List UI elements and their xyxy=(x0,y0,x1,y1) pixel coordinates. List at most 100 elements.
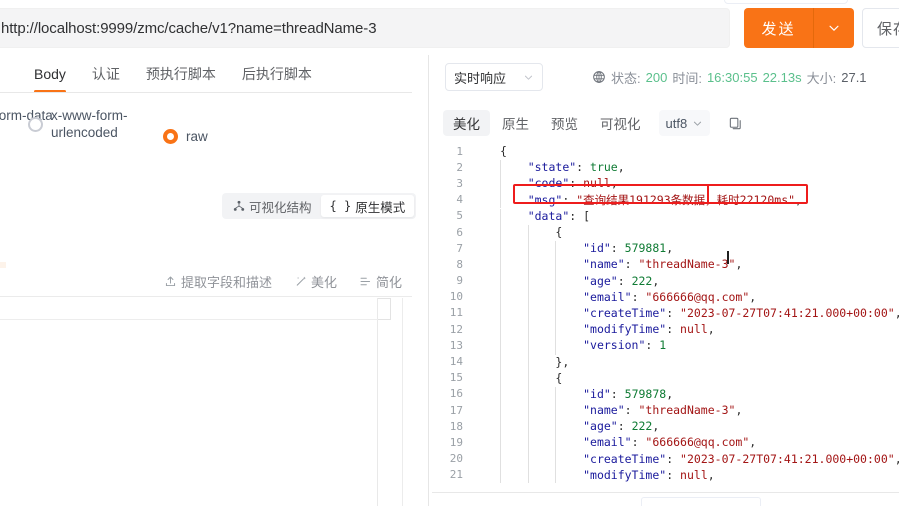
mode-pill-visual-structure[interactable]: 可视化结构 xyxy=(224,195,321,217)
app-root: http://localhost:9999/zmc/cache/v1?name=… xyxy=(0,0,899,506)
response-mode-select[interactable]: 实时响应 xyxy=(445,63,543,91)
code-line: 12 "modifyTime": null, xyxy=(430,321,899,339)
indent-guide xyxy=(527,451,529,468)
response-tab-preview[interactable]: 预览 xyxy=(541,110,588,136)
indent-guide xyxy=(527,257,529,274)
token-punc: : xyxy=(569,176,584,191)
token-key: "name" xyxy=(583,257,625,272)
indent-guide xyxy=(527,354,529,371)
token-punc: , xyxy=(749,435,757,450)
beautify-button[interactable]: 美化 xyxy=(294,272,337,291)
code-line-text: { xyxy=(472,370,562,387)
indent-guide xyxy=(555,241,557,258)
indent-guide xyxy=(500,338,501,355)
indent-guide xyxy=(500,451,501,468)
extract-fields-button[interactable]: 提取字段和描述 xyxy=(164,272,272,291)
radio-label-urlencoded: x-www-form-urlencoded xyxy=(51,108,128,140)
body-editor-area[interactable] xyxy=(0,298,378,506)
radio-dot-urlencoded xyxy=(28,116,43,132)
token-str: "查询结果191293条数据，耗时22120ms" xyxy=(576,192,796,207)
encoding-select[interactable]: utf8 xyxy=(658,110,711,136)
send-button[interactable]: 发送 xyxy=(744,8,813,48)
indent-guide xyxy=(527,241,529,258)
indent-guide xyxy=(527,419,529,436)
line-number: 10 xyxy=(449,290,463,304)
token-str: "666666@qq.com" xyxy=(645,435,750,450)
indent-guide xyxy=(500,305,501,323)
body-editor-toolbar: 提取字段和描述 美化 简化 xyxy=(0,267,412,297)
url-input[interactable]: http://localhost:9999/zmc/cache/v1?name=… xyxy=(0,8,730,48)
indent-guide xyxy=(555,467,557,483)
line-number: 14 xyxy=(449,355,463,369)
panel-divider[interactable] xyxy=(428,55,429,506)
copy-button[interactable] xyxy=(724,112,746,134)
indent-guide xyxy=(500,257,501,274)
indent-guide xyxy=(555,451,557,468)
mode-pill-raw-mode[interactable]: { } 原生模式 xyxy=(320,195,415,217)
token-punc: , xyxy=(666,386,674,401)
line-number: 5 xyxy=(456,209,463,223)
sitemap-icon xyxy=(233,200,245,212)
tab-body[interactable]: Body xyxy=(34,55,66,93)
code-line-text: { xyxy=(472,225,562,242)
response-tab-raw[interactable]: 原生 xyxy=(492,110,539,136)
line-number: 12 xyxy=(449,322,463,336)
code-line-text: "age": 222, xyxy=(472,419,659,436)
indent-guide xyxy=(555,289,557,306)
indent-guide xyxy=(500,160,501,177)
token-punc: , xyxy=(617,160,625,175)
extract-fields-label: 提取字段和描述 xyxy=(180,275,272,290)
indent-guide xyxy=(500,386,501,404)
send-dropdown-caret[interactable] xyxy=(813,8,854,48)
line-number: 15 xyxy=(449,371,463,385)
response-code-viewer[interactable]: 1{2 "state": true, 3 "code": null, 4 "msg"… xyxy=(430,143,899,483)
token-num: 222 xyxy=(631,419,653,434)
line-number: 3 xyxy=(456,176,463,190)
token-punc: : xyxy=(617,273,632,288)
indent-guide xyxy=(500,225,501,242)
indent-guide xyxy=(500,322,501,339)
code-line: 9 "age": 222, xyxy=(430,273,899,290)
token-num: 579881 xyxy=(624,241,667,256)
url-text: http://localhost:9999/zmc/cache/v1?name=… xyxy=(1,19,377,37)
save-button[interactable]: 保存 xyxy=(862,8,899,48)
tab-pre-script[interactable]: 预执行脚本 xyxy=(146,55,216,93)
msg-highlight-divider xyxy=(707,186,709,202)
line-number: 19 xyxy=(449,435,463,449)
response-bottom-tab-stub[interactable] xyxy=(641,497,761,506)
indent-guide xyxy=(555,403,557,420)
indent-guide xyxy=(500,435,501,452)
code-line: 2 "state": true, xyxy=(430,159,899,177)
token-lit: null xyxy=(680,467,708,482)
token-punc: , xyxy=(749,289,757,304)
simplify-button[interactable]: 简化 xyxy=(359,272,402,291)
token-str: "2023-07-27T07:41:21.000+00:00" xyxy=(680,451,895,466)
tab-auth[interactable]: 认证 xyxy=(92,55,120,93)
token-punc: , xyxy=(610,176,618,191)
code-line: 19 "email": "666666@qq.com", xyxy=(430,434,899,452)
code-line: 21 "modifyTime": null, xyxy=(430,467,899,483)
indent-guide xyxy=(500,273,501,290)
line-number: 4 xyxy=(456,193,463,207)
code-line: 3 "code": null, xyxy=(430,175,899,193)
body-editor-scroll-stub[interactable] xyxy=(378,298,391,320)
code-line-text: "age": 222, xyxy=(472,273,659,290)
request-tab-stub[interactable] xyxy=(724,0,848,4)
line-number: 7 xyxy=(456,241,463,255)
token-key: "createTime" xyxy=(583,305,667,320)
response-tab-visualize[interactable]: 可视化 xyxy=(590,110,651,136)
token-punc: : xyxy=(645,338,660,353)
indent-guide xyxy=(555,257,557,274)
tab-query[interactable]: y xyxy=(0,55,8,93)
code-line: 6 { xyxy=(430,224,899,242)
code-line: 11 "createTime": "2023-07-27T07:41:21.00… xyxy=(430,305,899,323)
token-punc: }, xyxy=(555,354,570,369)
indent-guide xyxy=(555,386,557,404)
radio-raw[interactable]: raw xyxy=(163,128,208,145)
tab-post-script[interactable]: 后执行脚本 xyxy=(242,55,312,93)
indent-guide xyxy=(555,419,557,436)
radio-urlencoded[interactable]: x-www-form-urlencoded xyxy=(28,107,137,141)
token-punc: , xyxy=(735,403,743,418)
token-key: "code" xyxy=(527,176,570,191)
response-tab-beautify[interactable]: 美化 xyxy=(443,110,490,136)
